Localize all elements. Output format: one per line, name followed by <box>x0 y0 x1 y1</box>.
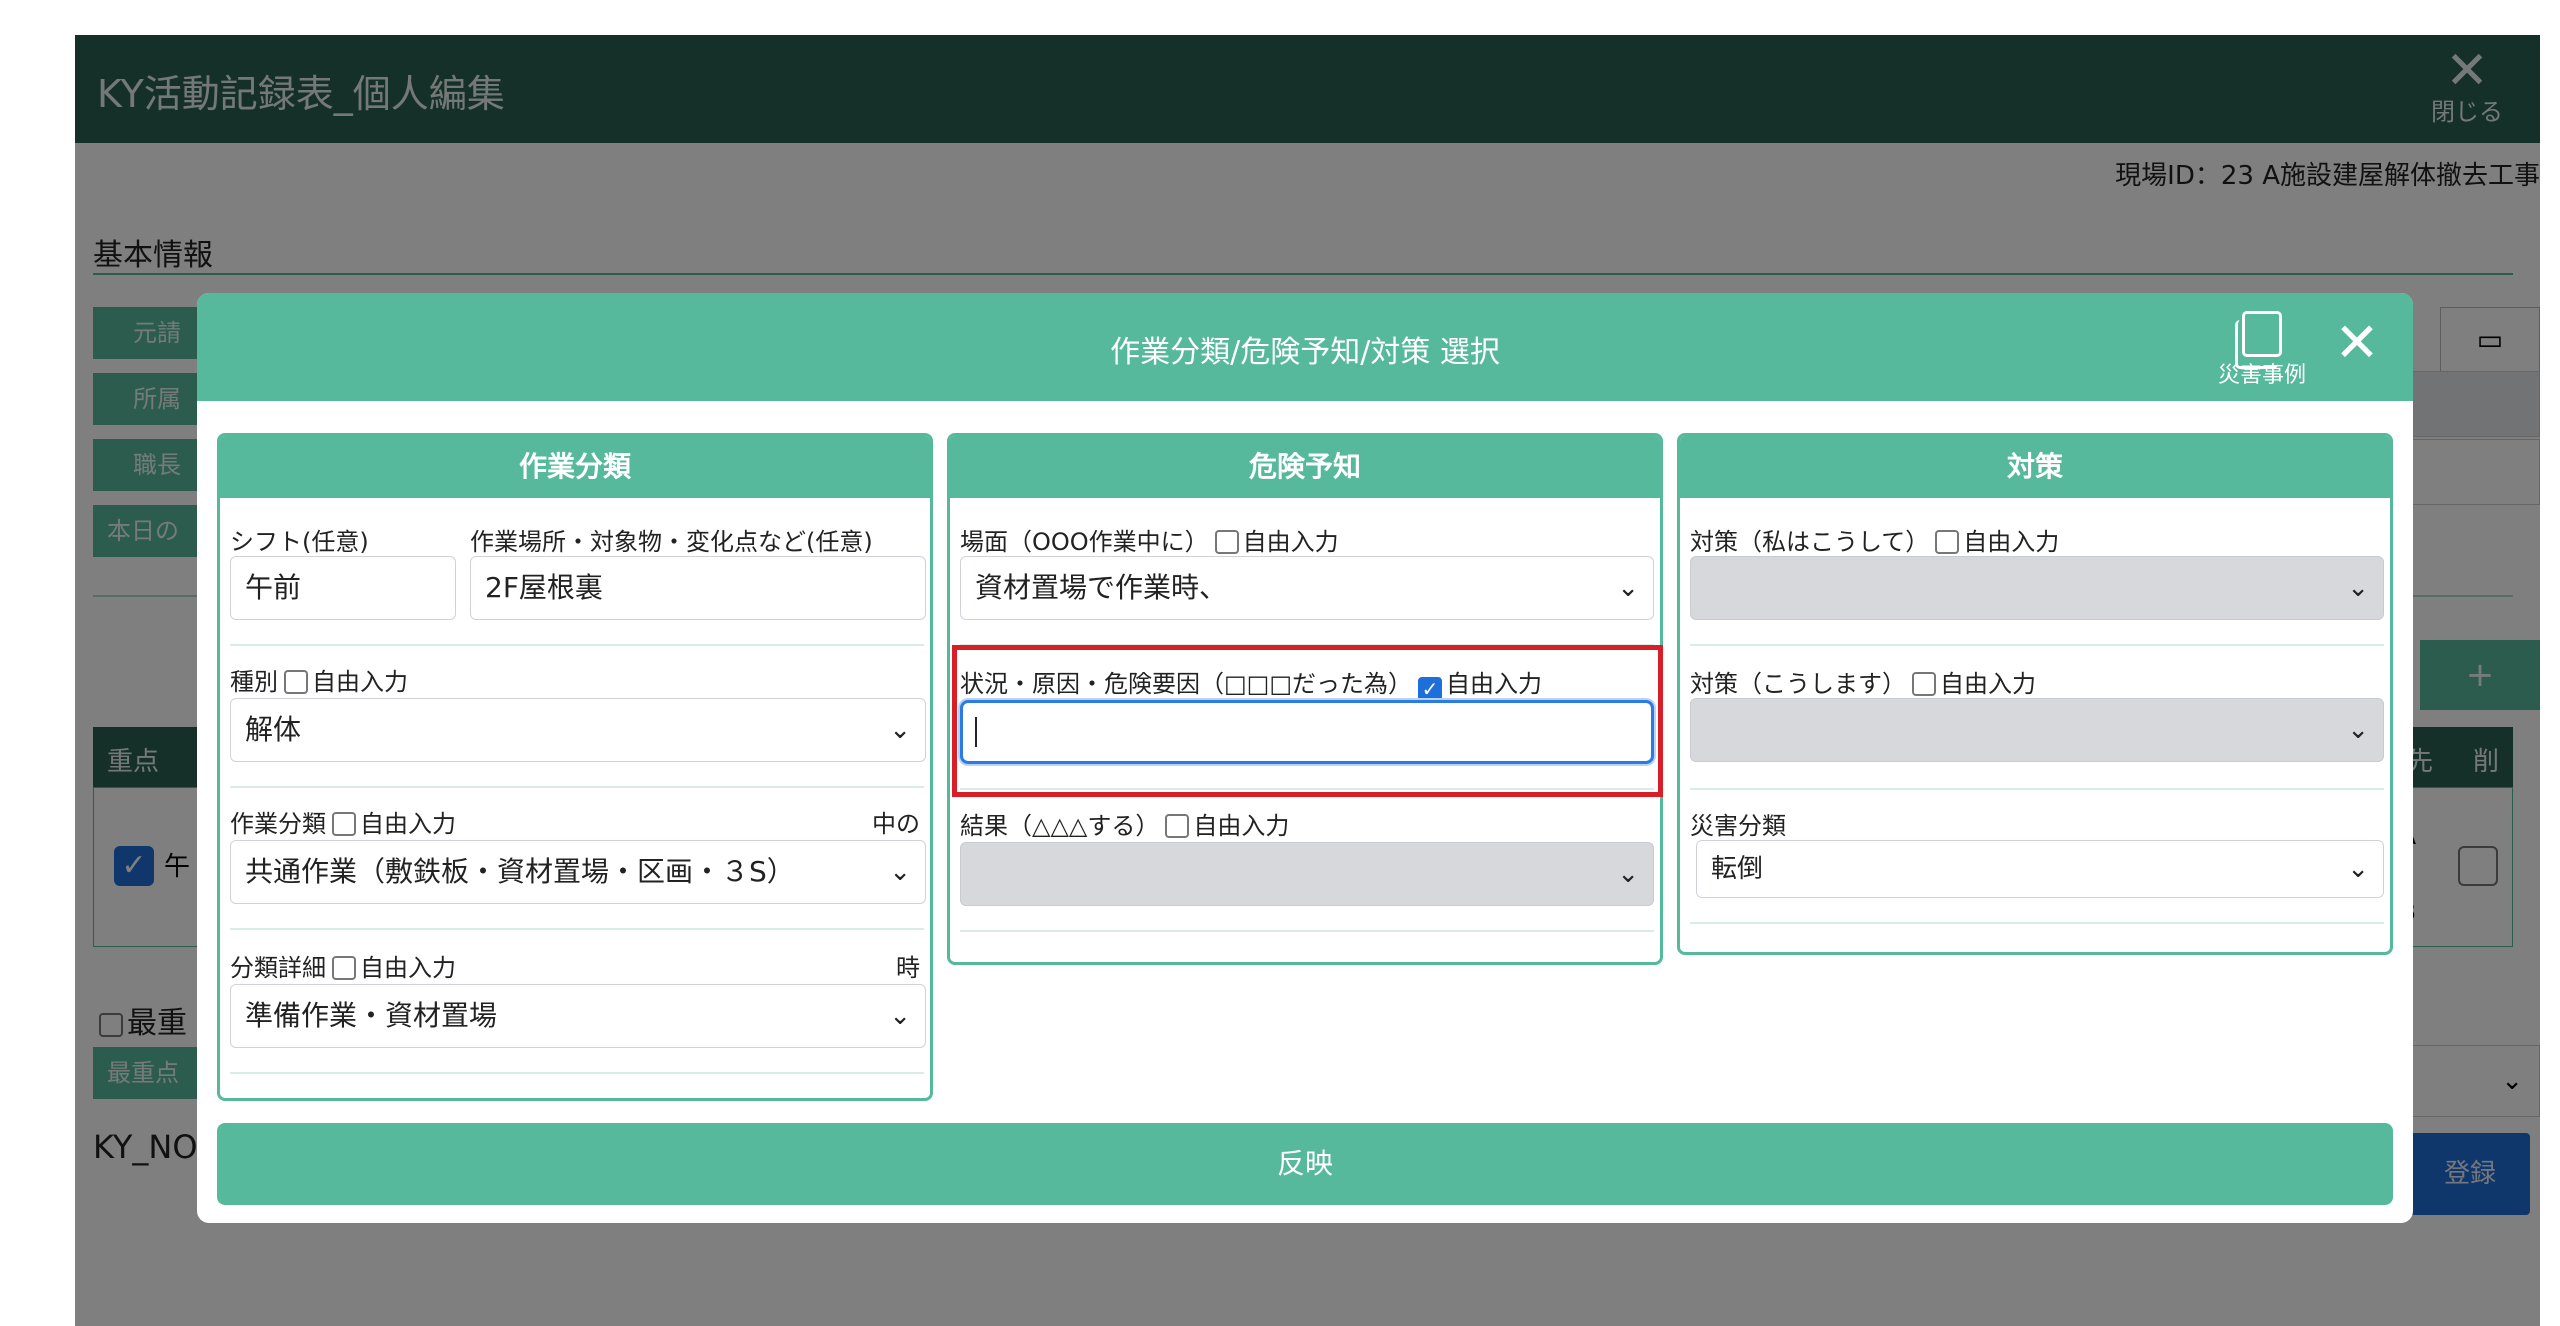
category-free-label: 自由入力 <box>360 810 456 838</box>
modal-title: 作業分類/危険予知/対策 選択 <box>1110 335 1500 370</box>
scene-select[interactable]: 資材置場で作業時、 ⌄ <box>960 556 1654 620</box>
m2-free-label: 自由入力 <box>1940 670 2036 698</box>
modal-close-button[interactable]: ✕ <box>2327 313 2387 373</box>
disaster-type-select[interactable]: 転倒 ⌄ <box>1696 840 2384 898</box>
document-icon <box>2235 311 2282 369</box>
chevron-down-icon: ⌄ <box>1617 573 1639 603</box>
shift-input[interactable]: 午前 <box>230 556 456 620</box>
m2-free-checkbox[interactable] <box>1912 672 1936 696</box>
chevron-down-icon: ⌄ <box>2347 573 2369 603</box>
place-label: 作業場所・対象物・変化点など(任意) <box>470 528 873 556</box>
category-value: 共通作業（敷鉄板・資材置場・区画・３S） <box>245 855 795 888</box>
category-label: 作業分類 <box>230 810 326 838</box>
divider <box>230 644 924 646</box>
m1-select[interactable]: ⌄ <box>1690 556 2384 620</box>
detail-free-checkbox[interactable] <box>332 956 356 980</box>
disaster-type-value: 転倒 <box>1711 854 1764 884</box>
apply-button[interactable]: 反映 <box>217 1123 2393 1205</box>
place-input[interactable]: 2F屋根裏 <box>470 556 926 620</box>
highlight-box <box>952 645 1663 797</box>
kind-label: 種別 <box>230 668 278 696</box>
selection-modal: 作業分類/危険予知/対策 選択 災害事例 ✕ 作業分類 シフト(任意) 作業場所… <box>197 293 2413 1223</box>
result-label-row: 結果（△△△する） 自由入力 <box>960 806 1289 841</box>
chevron-down-icon: ⌄ <box>2347 715 2369 745</box>
kind-label-row: 種別 自由入力 <box>230 662 408 697</box>
detail-select[interactable]: 準備作業・資材置場 ⌄ <box>230 984 926 1048</box>
scene-free-label: 自由入力 <box>1242 528 1339 556</box>
category-note: 中の <box>872 810 920 838</box>
hazard-prediction-header: 危険予知 <box>950 436 1660 498</box>
category-select[interactable]: 共通作業（敷鉄板・資材置場・区画・３S） ⌄ <box>230 840 926 904</box>
detail-note: 時 <box>896 954 920 982</box>
category-free-checkbox[interactable] <box>332 812 356 836</box>
m2-label-row: 対策（こうします） 自由入力 <box>1690 664 2036 699</box>
detail-free-label: 自由入力 <box>360 954 456 982</box>
result-free-label: 自由入力 <box>1193 812 1290 840</box>
m2-select[interactable]: ⌄ <box>1690 698 2384 762</box>
kind-free-checkbox[interactable] <box>284 670 308 694</box>
countermeasure-panel: 対策 対策（私はこうして） 自由入力 ⌄ 対策（こうします） 自由入力 ⌄ 災害分類… <box>1677 433 2393 955</box>
result-select[interactable]: ⌄ <box>960 842 1654 906</box>
scene-value: 資材置場で作業時、 <box>975 571 1228 604</box>
result-label: 結果（△△△する） <box>960 812 1160 840</box>
detail-label: 分類詳細 <box>230 954 326 982</box>
detail-label-row: 分類詳細 自由入力 <box>230 948 456 983</box>
m1-label: 対策（私はこうして） <box>1690 528 1930 556</box>
category-label-row: 作業分類 自由入力 <box>230 804 456 839</box>
chevron-down-icon: ⌄ <box>889 1001 911 1031</box>
m2-label: 対策（こうします） <box>1690 670 1906 698</box>
close-icon: ✕ <box>2334 311 2380 374</box>
chevron-down-icon: ⌄ <box>889 857 911 887</box>
scene-label-row: 場面（OOO作業中に） 自由入力 <box>960 522 1339 557</box>
m1-free-checkbox[interactable] <box>1935 530 1960 554</box>
work-category-header: 作業分類 <box>220 436 930 498</box>
modal-header: 作業分類/危険予知/対策 選択 災害事例 ✕ <box>197 293 2413 401</box>
divider <box>960 930 1654 932</box>
detail-value: 準備作業・資材置場 <box>245 999 498 1032</box>
kind-free-label: 自由入力 <box>312 668 408 696</box>
divider <box>1690 922 2384 924</box>
divider <box>230 786 924 788</box>
shift-label: シフト(任意) <box>230 528 369 556</box>
result-free-checkbox[interactable] <box>1165 814 1190 838</box>
divider <box>230 1072 924 1074</box>
divider <box>230 928 924 930</box>
divider <box>1690 788 2384 790</box>
kind-value: 解体 <box>245 713 302 746</box>
countermeasure-header: 対策 <box>1680 436 2390 498</box>
m1-free-label: 自由入力 <box>1963 528 2060 556</box>
scene-label: 場面（OOO作業中に） <box>960 528 1209 556</box>
chevron-down-icon: ⌄ <box>1617 859 1639 889</box>
disaster-type-label: 災害分類 <box>1690 812 1786 840</box>
chevron-down-icon: ⌄ <box>2347 854 2369 884</box>
m1-label-row: 対策（私はこうして） 自由入力 <box>1690 522 2059 557</box>
kind-select[interactable]: 解体 ⌄ <box>230 698 926 762</box>
divider <box>1690 644 2384 646</box>
work-category-panel: 作業分類 シフト(任意) 作業場所・対象物・変化点など(任意) 午前 2F屋根裏… <box>217 433 933 1101</box>
disaster-cases-button[interactable]: 災害事例 <box>2207 311 2317 391</box>
chevron-down-icon: ⌄ <box>889 715 911 745</box>
scene-free-checkbox[interactable] <box>1214 530 1239 554</box>
